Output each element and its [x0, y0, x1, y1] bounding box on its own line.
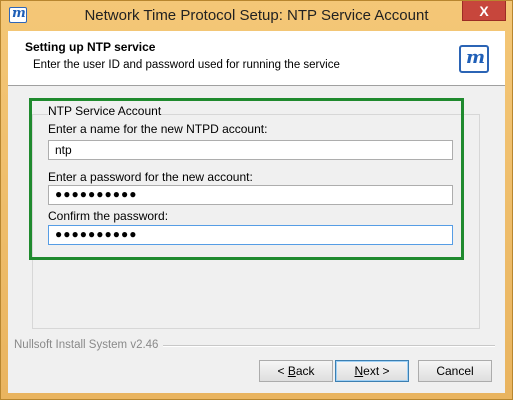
- next-button[interactable]: Next >: [335, 360, 409, 382]
- nsis-branding: Nullsoft Install System v2.46: [14, 339, 159, 351]
- dialog-client-area: Setting up NTP service Enter the user ID…: [8, 31, 505, 393]
- title-bar[interactable]: m Network Time Protocol Setup: NTP Servi…: [1, 1, 512, 31]
- cancel-button[interactable]: Cancel: [418, 360, 492, 382]
- account-name-label: Enter a name for the new NTPD account:: [48, 122, 268, 136]
- footer-divider: [163, 345, 495, 347]
- password-label: Enter a password for the new account:: [48, 170, 253, 184]
- back-button-prefix: <: [277, 364, 288, 378]
- logo-glyph: m: [466, 47, 486, 68]
- page-title: Setting up NTP service: [25, 40, 156, 54]
- account-name-input[interactable]: ntp: [48, 140, 453, 160]
- password-input[interactable]: ●●●●●●●●●●: [48, 185, 453, 205]
- next-button-hotkey: N: [354, 364, 364, 378]
- back-button[interactable]: < Back: [259, 360, 333, 382]
- header-panel: Setting up NTP service Enter the user ID…: [8, 31, 505, 86]
- close-button[interactable]: X: [462, 1, 506, 21]
- back-button-hotkey: B: [287, 364, 296, 378]
- installer-window: m Network Time Protocol Setup: NTP Servi…: [0, 0, 513, 400]
- next-button-label: ext >: [363, 364, 390, 378]
- confirm-password-label: Confirm the password:: [48, 209, 169, 223]
- group-label: NTP Service Account: [48, 104, 162, 118]
- window-title: Network Time Protocol Setup: NTP Service…: [84, 7, 429, 24]
- logo-icon: m: [459, 45, 489, 73]
- confirm-password-input[interactable]: ●●●●●●●●●●: [48, 225, 453, 245]
- page-subtitle: Enter the user ID and password used for …: [33, 59, 340, 71]
- back-button-label: ack: [295, 364, 315, 378]
